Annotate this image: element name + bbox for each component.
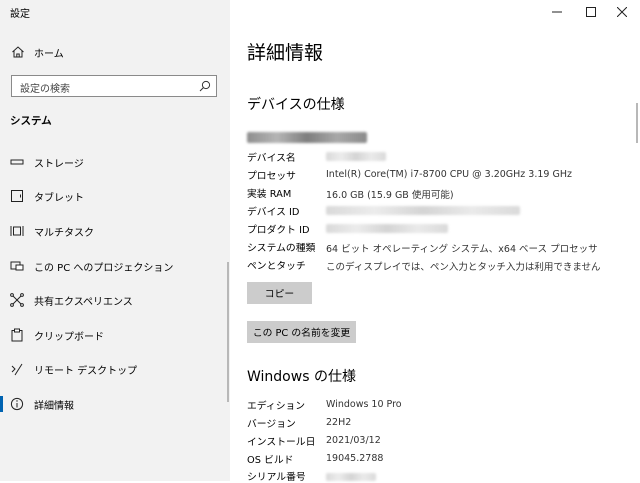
row-label-processor: プロセッサ	[247, 171, 296, 182]
sidebar-item-label: クリップボード	[34, 332, 104, 343]
row-value-os-build: 19045.2788	[326, 453, 384, 464]
redacted-product-id	[326, 224, 448, 233]
row-label-pen-touch: ペンとタッチ	[247, 261, 306, 272]
window-title: 設定	[10, 9, 30, 20]
sidebar-item-label: タブレット	[34, 193, 84, 204]
search-icon[interactable]	[199, 80, 211, 92]
projection-icon	[10, 261, 24, 271]
active-indicator	[0, 396, 3, 412]
info-icon	[10, 397, 24, 411]
search-placeholder: 設定の検索	[20, 84, 70, 95]
sidebar-item-label: 詳細情報	[34, 401, 74, 412]
nav-home-label: ホーム	[34, 49, 64, 60]
row-label-ram: 実装 RAM	[247, 189, 292, 200]
minimize-button[interactable]	[539, 0, 575, 24]
rename-pc-button[interactable]: この PC の名前を変更	[247, 321, 356, 343]
row-label-system-type: システムの種類	[247, 243, 316, 254]
minimize-icon	[552, 11, 562, 13]
copy-button[interactable]: コピー	[247, 282, 312, 304]
sidebar: 設定 ホーム 設定の検索 システム ストレージ タブレット マルチタスク この …	[0, 0, 230, 481]
row-label-os-build: OS ビルド	[247, 455, 294, 466]
row-value-install-date: 2021/03/12	[326, 435, 381, 446]
close-icon	[617, 7, 627, 17]
row-value-system-type: 64 ビット オペレーティング システム、x64 ベース プロセッサ	[326, 244, 598, 255]
close-button[interactable]	[604, 0, 640, 24]
row-label-product-id: プロダクト ID	[247, 225, 310, 236]
sidebar-scrollbar[interactable]	[227, 262, 229, 402]
sidebar-item-projection[interactable]: この PC へのプロジェクション	[0, 251, 230, 281]
sidebar-item-about[interactable]: 詳細情報	[0, 389, 230, 419]
row-value-processor: Intel(R) Core(TM) i7-8700 CPU @ 3.20GHz …	[326, 169, 572, 180]
row-label-device-name: デバイス名	[247, 153, 296, 164]
sidebar-item-multitasking[interactable]: マルチタスク	[0, 216, 230, 246]
tablet-icon	[11, 190, 23, 202]
sidebar-item-label: リモート デスクトップ	[34, 366, 138, 377]
storage-icon	[10, 159, 24, 165]
multitask-icon	[10, 226, 24, 236]
sidebar-item-storage[interactable]: ストレージ	[0, 147, 230, 177]
windows-spec-heading: Windows の仕様	[247, 369, 356, 385]
clipboard-icon	[11, 328, 23, 342]
sidebar-item-clipboard[interactable]: クリップボード	[0, 320, 230, 350]
maximize-icon	[586, 7, 596, 17]
row-value-edition: Windows 10 Pro	[326, 399, 402, 410]
redacted-device-name-heading	[247, 132, 367, 143]
remote-desktop-icon	[11, 363, 23, 376]
row-label-version: バージョン	[247, 419, 296, 430]
row-label-install-date: インストール日	[247, 437, 316, 448]
shared-experiences-icon	[10, 293, 24, 307]
sidebar-item-remote-desktop[interactable]: リモート デスクトップ	[0, 354, 230, 384]
home-icon	[12, 46, 24, 58]
row-value-version: 22H2	[326, 417, 352, 428]
redacted-serial-number	[326, 473, 376, 481]
sidebar-item-label: 共有エクスペリエンス	[34, 297, 133, 308]
redacted-device-id	[326, 206, 520, 215]
sidebar-item-tablet[interactable]: タブレット	[0, 181, 230, 211]
nav-home[interactable]: ホーム	[0, 40, 230, 64]
sidebar-item-label: この PC へのプロジェクション	[34, 263, 174, 274]
device-spec-heading: デバイスの仕様	[247, 97, 345, 113]
search-input[interactable]: 設定の検索	[11, 75, 217, 97]
sidebar-section-title: システム	[10, 115, 52, 127]
main-scrollbar[interactable]	[636, 103, 638, 143]
sidebar-item-label: マルチタスク	[34, 228, 94, 239]
sidebar-item-shared-experiences[interactable]: 共有エクスペリエンス	[0, 285, 230, 315]
page-title: 詳細情報	[247, 42, 324, 64]
row-label-edition: エディション	[247, 401, 306, 412]
row-label-device-id: デバイス ID	[247, 207, 300, 218]
sidebar-item-label: ストレージ	[34, 159, 84, 170]
row-value-ram: 16.0 GB (15.9 GB 使用可能)	[326, 190, 454, 201]
row-value-pen-touch: このディスプレイでは、ペン入力とタッチ入力は利用できません	[326, 262, 601, 273]
redacted-device-name	[326, 152, 386, 161]
